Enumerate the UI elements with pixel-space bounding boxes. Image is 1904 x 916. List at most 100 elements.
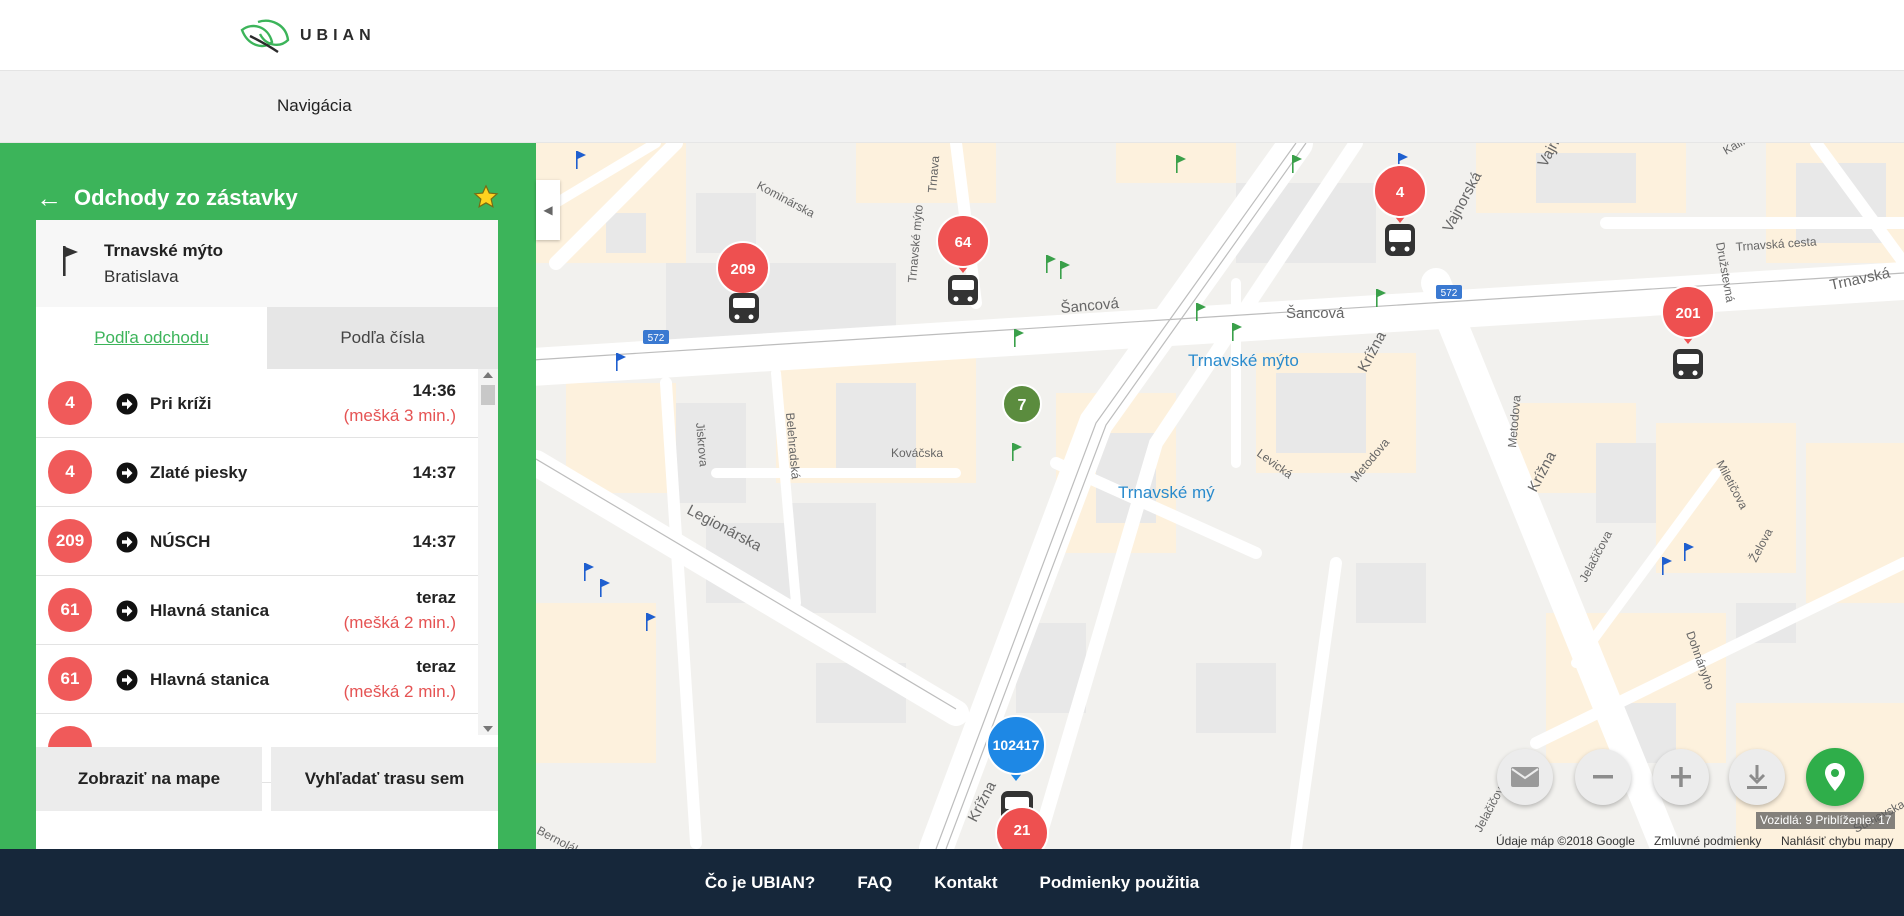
zoom-info: Vozidlá: 9 Priblíženie: 17 bbox=[1756, 812, 1896, 829]
svg-text:209: 209 bbox=[730, 261, 755, 278]
download-icon bbox=[1747, 765, 1767, 789]
line-badge: 4 bbox=[48, 450, 92, 494]
map-view[interactable]: 572 572 Šancová Šancová Trnavská cesta T… bbox=[536, 143, 1904, 849]
svg-text:572: 572 bbox=[1441, 288, 1458, 299]
bus-icon bbox=[1673, 349, 1703, 379]
svg-text:21: 21 bbox=[1014, 822, 1031, 839]
bus-icon bbox=[948, 275, 978, 305]
footer-link-terms[interactable]: Podmienky použitia bbox=[1040, 873, 1200, 893]
street-label: Kominárska bbox=[755, 178, 818, 220]
zoom-out-button[interactable] bbox=[1575, 749, 1631, 805]
street-label: Trnavské mýto bbox=[905, 204, 926, 283]
ubian-logo[interactable]: UBIAN bbox=[238, 16, 376, 56]
direction-arrow-icon bbox=[116, 393, 138, 415]
footer: Čo je UBIAN? FAQ Kontakt Podmienky použi… bbox=[0, 849, 1904, 916]
delay-text: (mešká 2 min.) bbox=[343, 613, 456, 632]
show-on-map-button[interactable]: Zobraziť na mape bbox=[36, 747, 262, 811]
line-badge: 4 bbox=[48, 381, 92, 425]
map-data-attribution: Údaje máp ©2018 Google bbox=[1496, 834, 1635, 848]
line-badge: 61 bbox=[48, 657, 92, 701]
nav-bar: Navigácia bbox=[0, 71, 1904, 143]
scroll-down-icon[interactable] bbox=[483, 726, 493, 732]
brand-name: UBIAN bbox=[300, 27, 376, 44]
download-button[interactable] bbox=[1729, 749, 1785, 805]
table-row[interactable]: 61 Hlavná stanica teraz (mešká 2 min.) bbox=[36, 576, 478, 645]
collapse-panel-button[interactable]: ◀ bbox=[536, 180, 560, 240]
street-label: Jelačičova bbox=[1576, 528, 1615, 584]
table-row[interactable]: 209 NÚSCH 14:37 bbox=[36, 507, 478, 576]
stop-cluster-marker[interactable]: 7 bbox=[1002, 384, 1042, 424]
destination: Hlavná stanica bbox=[150, 670, 270, 689]
top-header: UBIAN bbox=[0, 0, 1904, 71]
footer-link-about[interactable]: Čo je UBIAN? bbox=[705, 873, 816, 893]
destination: Zlaté piesky bbox=[150, 463, 248, 482]
departures-rows: 4 Pri kríži 14:36 (mešká 3 min.) 4 Zlaté… bbox=[36, 369, 478, 783]
direction-arrow-icon bbox=[116, 531, 138, 553]
scroll-thumb[interactable] bbox=[481, 385, 495, 405]
vehicle-marker-64[interactable]: 64 bbox=[936, 214, 990, 305]
plus-icon bbox=[1671, 767, 1691, 787]
map-terms-link[interactable]: Zmluvné podmienky bbox=[1654, 834, 1761, 848]
vehicle-marker-201[interactable]: 201 bbox=[1661, 285, 1715, 379]
departures-panel: ← Odchody zo zástavky Trnavské mýto Brat… bbox=[0, 143, 536, 879]
footer-link-faq[interactable]: FAQ bbox=[857, 873, 892, 893]
destination: Pri kríži bbox=[150, 394, 212, 413]
svg-text:572: 572 bbox=[648, 333, 665, 344]
svg-text:64: 64 bbox=[955, 234, 972, 251]
destination: Hlavná stanica bbox=[150, 601, 270, 620]
location-pin-icon bbox=[1825, 763, 1845, 791]
map-canvas[interactable]: 572 572 Šancová Šancová Trnavská cesta T… bbox=[536, 143, 1904, 849]
stop-card: Trnavské mýto Bratislava bbox=[36, 220, 498, 307]
departure-time: teraz bbox=[416, 588, 456, 607]
list-scrollbar[interactable] bbox=[478, 369, 498, 735]
stop-name: Trnavské mýto bbox=[104, 241, 224, 260]
stop-label: Trnavské mý bbox=[1118, 483, 1215, 502]
tab-by-departure[interactable]: Podľa odchodu bbox=[36, 307, 267, 369]
svg-text:7: 7 bbox=[1018, 397, 1027, 414]
sort-tabs: Podľa odchodu Podľa čísla bbox=[36, 307, 498, 369]
delay-text: (mešká 3 min.) bbox=[343, 406, 456, 425]
ubian-leaf-icon bbox=[240, 19, 290, 53]
favorite-star-icon[interactable] bbox=[472, 183, 500, 211]
svg-text:102417: 102417 bbox=[993, 737, 1040, 753]
departure-time: 14:36 bbox=[412, 381, 456, 400]
scroll-up-icon[interactable] bbox=[483, 372, 493, 378]
vehicle-marker-4[interactable]: 4 bbox=[1373, 164, 1427, 256]
table-row[interactable]: 61 Hlavná stanica teraz (mešká 2 min.) bbox=[36, 645, 478, 714]
line-badge: 61 bbox=[48, 588, 92, 632]
delay-text: (mešká 2 min.) bbox=[343, 682, 456, 701]
zoom-in-button[interactable] bbox=[1653, 749, 1709, 805]
tab-by-number[interactable]: Podľa čísla bbox=[267, 307, 498, 369]
back-arrow-icon[interactable]: ← bbox=[36, 185, 62, 211]
street-label: Bernolákova bbox=[536, 823, 600, 849]
table-row[interactable]: 4 Pri kríži 14:36 (mešká 3 min.) bbox=[36, 369, 478, 438]
stop-flag-icon bbox=[63, 246, 78, 276]
departure-time: teraz bbox=[416, 657, 456, 676]
panel-title: Odchody zo zástavky bbox=[74, 185, 298, 210]
email-button[interactable] bbox=[1497, 749, 1553, 805]
tram-icon bbox=[1385, 224, 1415, 256]
my-location-button[interactable] bbox=[1806, 748, 1864, 806]
vehicle-marker-21[interactable]: 21 bbox=[995, 806, 1049, 849]
direction-arrow-icon bbox=[116, 462, 138, 484]
table-row[interactable]: 4 Zlaté piesky 14:37 bbox=[36, 438, 478, 507]
nav-item-navigacia[interactable]: Navigácia bbox=[277, 96, 352, 116]
find-route-button[interactable]: Vyhľadať trasu sem bbox=[271, 747, 498, 811]
minus-icon bbox=[1593, 775, 1613, 779]
direction-arrow-icon bbox=[116, 669, 138, 691]
street-label: Kováčska bbox=[891, 446, 943, 460]
mail-icon bbox=[1511, 767, 1539, 787]
footer-link-contact[interactable]: Kontakt bbox=[934, 873, 997, 893]
direction-arrow-icon bbox=[116, 600, 138, 622]
road-badge: 572 bbox=[1436, 285, 1462, 299]
svg-text:201: 201 bbox=[1675, 305, 1700, 322]
stop-label: Trnavské mýto bbox=[1188, 351, 1299, 370]
bus-icon bbox=[729, 293, 759, 323]
report-map-error-link[interactable]: Nahlásiť chybu mapy bbox=[1781, 834, 1894, 848]
line-badge: 209 bbox=[48, 519, 92, 563]
road-badge: 572 bbox=[643, 330, 669, 344]
svg-text:4: 4 bbox=[1396, 184, 1405, 201]
panel-header: ← Odchody zo zástavky bbox=[36, 183, 500, 213]
departure-time: 14:37 bbox=[412, 532, 456, 551]
destination: NÚSCH bbox=[150, 532, 211, 551]
